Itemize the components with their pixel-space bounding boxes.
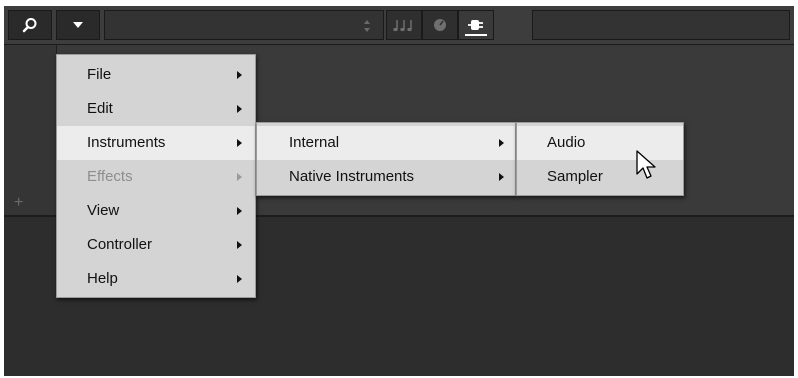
- sort-arrows-icon: [364, 20, 370, 32]
- notes-icon: [393, 20, 412, 32]
- menu-item-label: Native Instruments: [289, 168, 415, 185]
- submenu-arrow-icon: [237, 71, 242, 79]
- menu-item-file[interactable]: File: [57, 58, 255, 92]
- submenu-arrow-icon: [237, 173, 242, 181]
- menu-item-instruments[interactable]: Instruments: [57, 126, 255, 160]
- toolbar: [4, 6, 794, 45]
- menu-item-label: Instruments: [87, 134, 166, 151]
- submenu-arrow-icon: [499, 139, 504, 147]
- selector-field[interactable]: [104, 10, 384, 40]
- active-tab-indicator: [465, 34, 487, 36]
- submenu-arrow-icon: [499, 173, 504, 181]
- search-button[interactable]: [8, 10, 52, 40]
- submenu-arrow-icon: [237, 105, 242, 113]
- internal-submenu: Audio Sampler: [516, 122, 684, 196]
- menu-item-label: Controller: [87, 236, 153, 253]
- add-track-button[interactable]: +: [14, 195, 23, 211]
- menu-item-sampler[interactable]: Sampler: [517, 160, 683, 194]
- main-menu: File Edit Instruments Effects View Contr…: [56, 54, 256, 298]
- menu-item-view[interactable]: View: [57, 194, 255, 228]
- search-icon: [22, 18, 37, 33]
- menu-item-label: File: [87, 66, 112, 83]
- tab-plug[interactable]: [458, 10, 494, 40]
- submenu-arrow-icon: [237, 275, 242, 283]
- menu-item-internal[interactable]: Internal: [257, 126, 515, 160]
- menu-item-label: Edit: [87, 100, 113, 117]
- menu-item-effects: Effects: [57, 160, 255, 194]
- menu-item-edit[interactable]: Edit: [57, 92, 255, 126]
- chevron-down-icon: [73, 22, 83, 28]
- menu-item-label: Audio: [547, 134, 586, 151]
- menu-item-controller[interactable]: Controller: [57, 228, 255, 262]
- submenu-arrow-icon: [237, 139, 242, 147]
- mouse-pointer-icon: [636, 150, 656, 179]
- tab-knob[interactable]: [422, 10, 458, 40]
- submenu-arrow-icon: [237, 241, 242, 249]
- menu-item-label: Effects: [87, 168, 133, 185]
- toolbar-empty-area: [532, 10, 790, 40]
- submenu-arrow-icon: [237, 207, 242, 215]
- menu-item-help[interactable]: Help: [57, 262, 255, 296]
- instruments-submenu: Internal Native Instruments: [256, 122, 516, 196]
- menu-item-label: Sampler: [547, 168, 603, 185]
- menu-item-native-instruments[interactable]: Native Instruments: [257, 160, 515, 194]
- knob-icon: [434, 19, 446, 31]
- tab-notes[interactable]: [386, 10, 422, 40]
- track-list: +: [4, 45, 57, 215]
- menu-item-audio[interactable]: Audio: [517, 126, 683, 160]
- plug-icon: [468, 20, 483, 30]
- menu-item-label: Internal: [289, 134, 340, 151]
- dropdown-button[interactable]: [56, 10, 100, 40]
- menu-item-label: Help: [87, 270, 118, 287]
- menu-item-label: View: [87, 202, 120, 219]
